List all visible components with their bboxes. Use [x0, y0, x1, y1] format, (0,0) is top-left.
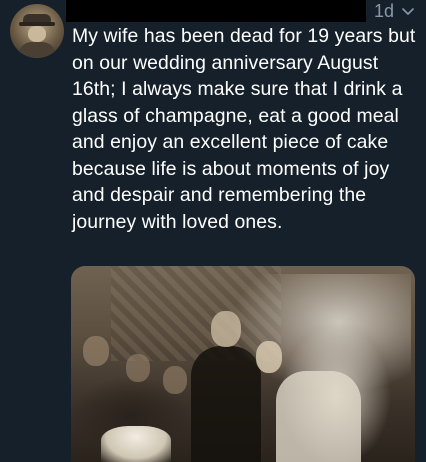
chevron-down-icon[interactable] — [400, 3, 416, 19]
photo-guest — [83, 336, 109, 366]
avatar[interactable] — [10, 4, 64, 58]
avatar-coat — [18, 42, 56, 58]
tweet-media-photo[interactable] — [71, 266, 415, 462]
photo-cake — [101, 426, 171, 462]
tweet-meta: 1d — [374, 0, 416, 22]
photo-bride-face — [256, 341, 282, 373]
photo-bride — [276, 371, 361, 462]
avatar-face — [28, 26, 46, 42]
photo-guest — [163, 366, 187, 394]
tweet-timestamp[interactable]: 1d — [374, 1, 394, 22]
redacted-username — [66, 0, 366, 22]
photo-guest — [126, 354, 150, 382]
tweet-text: My wife has been dead for 19 years but o… — [72, 25, 416, 233]
wedding-photo — [71, 266, 415, 462]
